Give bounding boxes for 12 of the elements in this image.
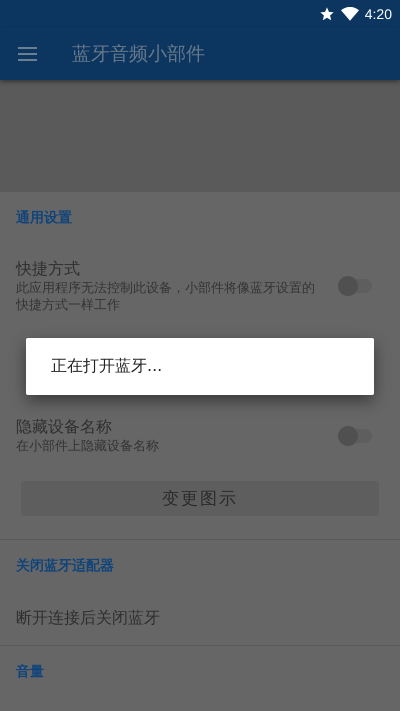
setting-title: 隐藏设备名称	[16, 416, 113, 438]
menu-icon[interactable]	[18, 47, 38, 61]
section-header: 通用设置	[16, 209, 72, 227]
dialog-message: 正在打开蓝牙...	[51, 356, 162, 377]
app-title: 蓝牙音频小部件	[72, 42, 205, 67]
wifi-icon	[340, 7, 359, 21]
section-header: 音量	[16, 663, 44, 681]
clock: 4:20	[364, 6, 392, 22]
setting-title[interactable]: 断开连接后关闭蓝牙	[16, 608, 160, 629]
setting-title: 快捷方式	[16, 258, 81, 280]
section-header: 关闭蓝牙适配器	[16, 557, 114, 575]
star-icon	[318, 6, 335, 22]
